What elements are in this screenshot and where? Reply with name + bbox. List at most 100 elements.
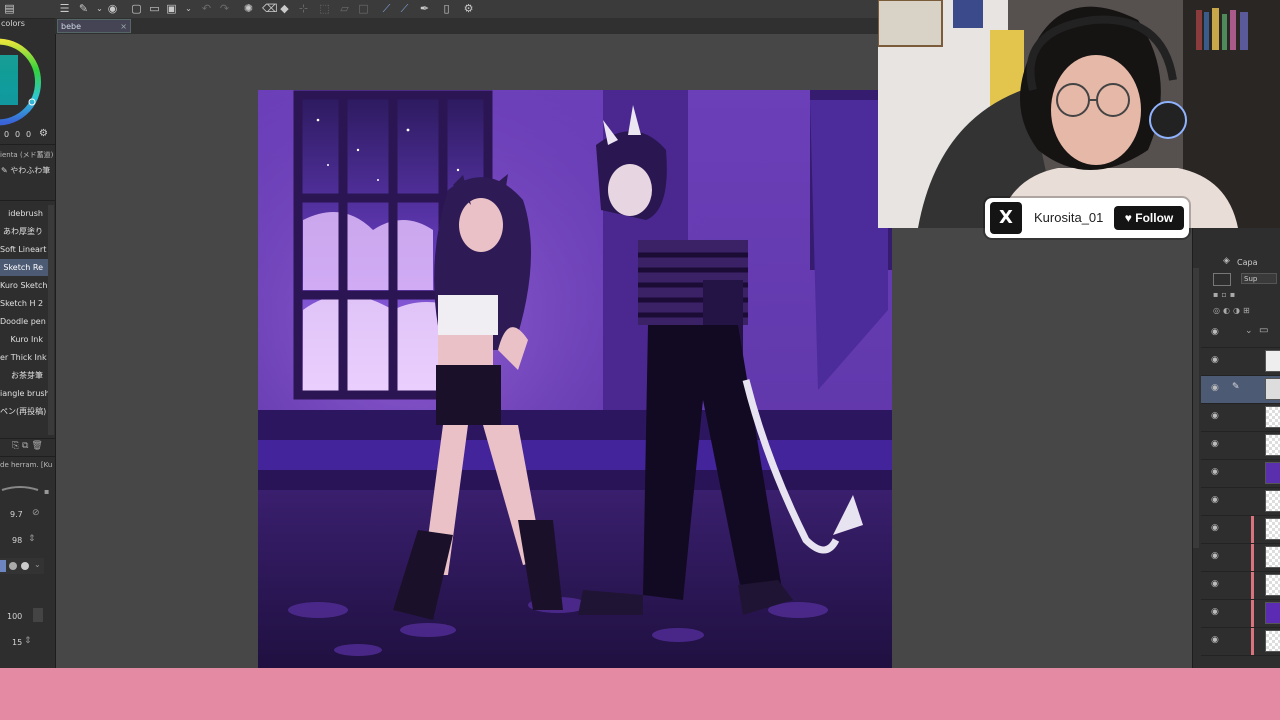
- eye-icon[interactable]: ◉: [106, 2, 119, 15]
- layer-row[interactable]: ◉: [1201, 544, 1280, 572]
- brush-item[interactable]: お茶芽筆: [0, 367, 48, 384]
- layers-tab-label[interactable]: Capa: [1237, 258, 1257, 267]
- stepper-icon[interactable]: ⇕: [28, 534, 36, 544]
- webcam-person-face: [1051, 55, 1141, 165]
- eye-icon[interactable]: ◉: [1211, 412, 1220, 421]
- stream-bottom-bar: [0, 668, 1280, 720]
- new-file-icon[interactable]: ▢: [130, 2, 143, 15]
- stepper-icon[interactable]: ⇕: [24, 636, 32, 646]
- brush-item[interactable]: Sketch H 2: [0, 295, 48, 312]
- brush-item[interactable]: ペン(再投稿): [0, 403, 48, 420]
- close-icon[interactable]: ×: [120, 20, 127, 34]
- eye-icon[interactable]: ◉: [1211, 440, 1220, 449]
- brush-item[interactable]: iangle brush: [0, 385, 48, 402]
- eye-icon[interactable]: ◉: [1211, 608, 1220, 617]
- layer-row[interactable]: ◉: [1201, 432, 1280, 460]
- redo-icon[interactable]: ↷: [218, 2, 231, 15]
- eye-icon[interactable]: ◉: [1211, 496, 1220, 505]
- layers-scrollbar[interactable]: [1193, 268, 1199, 548]
- layer-thumbnail: [1265, 574, 1280, 596]
- layer-row[interactable]: ◉: [1201, 600, 1280, 628]
- crop-icon[interactable]: ▱: [338, 2, 351, 15]
- layers-panel: Capa ◈ Sup ▪▫▪ ◎◐◑⊞ ◉ ⌄ ▭ ◉ ◉ ✎ ◉ ◉ ◉ ◉ …: [1192, 228, 1280, 668]
- eye-icon[interactable]: ◉: [1211, 580, 1220, 589]
- pressure-icon[interactable]: ⊘: [32, 508, 40, 518]
- layer-row[interactable]: ◉: [1201, 404, 1280, 432]
- edit-icon[interactable]: ✎: [77, 2, 90, 15]
- layer-thumbnail: [1265, 406, 1280, 428]
- brush-item-selected[interactable]: Sketch Re: [0, 259, 48, 276]
- lock-icon[interactable]: ▪: [44, 487, 49, 496]
- subtool-category[interactable]: ienta (メド蓄道): [0, 150, 53, 160]
- layer-tool-icons[interactable]: ◎◐◑⊞: [1213, 306, 1253, 315]
- layer-row[interactable]: ◉: [1201, 572, 1280, 600]
- brush-size-value[interactable]: 9.7: [10, 510, 23, 519]
- stabilization-value[interactable]: 15: [12, 638, 22, 647]
- chevron-down-icon[interactable]: ⌄: [93, 2, 106, 15]
- eye-icon[interactable]: ◉: [1211, 384, 1220, 393]
- brush-item[interactable]: Soft Lineart: [0, 241, 48, 258]
- layer-folder-row[interactable]: ◉ ⌄ ▭: [1201, 320, 1280, 348]
- selection-icon[interactable]: ⬚: [318, 2, 331, 15]
- brush-list-scrollbar[interactable]: [48, 205, 54, 435]
- folder-icon: ▭: [1259, 325, 1269, 336]
- undo-icon[interactable]: ↶: [200, 2, 213, 15]
- layer-thumbnail: [1265, 546, 1280, 568]
- artwork-canvas[interactable]: [258, 90, 892, 668]
- open-folder-icon[interactable]: ▭: [148, 2, 161, 15]
- eye-icon[interactable]: ◉: [1211, 552, 1220, 561]
- brush-item[interactable]: Doodle pen: [0, 313, 48, 330]
- follow-button[interactable]: ♥ Follow: [1114, 206, 1184, 230]
- chevron-down-icon[interactable]: ⌄: [1245, 326, 1253, 336]
- heart-icon: ♥: [1124, 211, 1132, 225]
- layer-lock-icons[interactable]: ▪▫▪: [1213, 290, 1238, 299]
- eye-icon[interactable]: ◉: [1211, 636, 1220, 645]
- fill-icon[interactable]: ◆: [278, 2, 291, 15]
- layer-row[interactable]: ◉: [1201, 460, 1280, 488]
- layer-row[interactable]: ◉: [1201, 348, 1280, 376]
- subtool-action-icons[interactable]: ⎘ ⧉ 🗑: [12, 441, 43, 451]
- brush-tip-selector[interactable]: ⌄: [0, 558, 44, 574]
- tip-selected-indicator: [0, 560, 6, 572]
- ruler-snap-icon[interactable]: ⟋: [380, 2, 393, 15]
- frame-icon[interactable]: □: [357, 2, 370, 15]
- softbrush-group[interactable]: ✎ やわふわ筆: [1, 165, 50, 176]
- brush-item[interactable]: Kuro Ink: [0, 331, 48, 348]
- blend-mode-select[interactable]: Sup: [1241, 273, 1277, 284]
- density-slider-icon[interactable]: [33, 608, 43, 622]
- settings-icon[interactable]: ⚙: [462, 2, 475, 15]
- layer-row[interactable]: ◉: [1201, 516, 1280, 544]
- brush-item[interactable]: Kuro Sketch: [0, 277, 48, 294]
- color-settings-icon[interactable]: ⚙: [39, 128, 48, 139]
- brush-stroke-preview: [1, 486, 39, 491]
- color-wheel[interactable]: [0, 30, 45, 130]
- chevron-down-icon[interactable]: ⌄: [182, 2, 195, 15]
- tablet-icon[interactable]: ▯: [440, 2, 453, 15]
- layer-row[interactable]: ◉: [1201, 488, 1280, 516]
- transform-icon[interactable]: ⊹: [297, 2, 310, 15]
- layer-row[interactable]: ◉: [1201, 628, 1280, 656]
- menu-icon[interactable]: ☰: [58, 2, 71, 15]
- document-tab[interactable]: bebe ×: [57, 19, 131, 33]
- layer-color-swatch[interactable]: [1213, 273, 1231, 286]
- color-picker-icon[interactable]: ▤: [3, 2, 16, 15]
- document-tab-title: bebe: [61, 22, 81, 31]
- brush-icon: ✎: [1, 166, 8, 175]
- eye-icon[interactable]: ◉: [1211, 356, 1220, 365]
- eye-icon[interactable]: ◉: [1211, 328, 1220, 337]
- opacity-value[interactable]: 98: [12, 536, 22, 545]
- clear-icon[interactable]: ⌫: [262, 2, 278, 15]
- brush-item[interactable]: er Thick Ink: [0, 349, 48, 366]
- perspective-snap-icon[interactable]: ⟋: [398, 2, 411, 15]
- save-icon[interactable]: ▣: [165, 2, 178, 15]
- layer-row-selected[interactable]: ◉ ✎: [1201, 376, 1280, 404]
- loading-icon[interactable]: ✺: [242, 2, 255, 15]
- brush-item[interactable]: あわ厚塗り: [0, 223, 48, 240]
- brush-item[interactable]: idebrush: [0, 205, 48, 222]
- density-value[interactable]: 100: [7, 612, 22, 621]
- eye-icon[interactable]: ◉: [1211, 468, 1220, 477]
- clipping-indicator: [1251, 600, 1254, 627]
- eye-icon[interactable]: ◉: [1211, 524, 1220, 533]
- webcam-headphone-cup: [1149, 101, 1187, 139]
- pen-snap-icon[interactable]: ✒: [418, 2, 431, 15]
